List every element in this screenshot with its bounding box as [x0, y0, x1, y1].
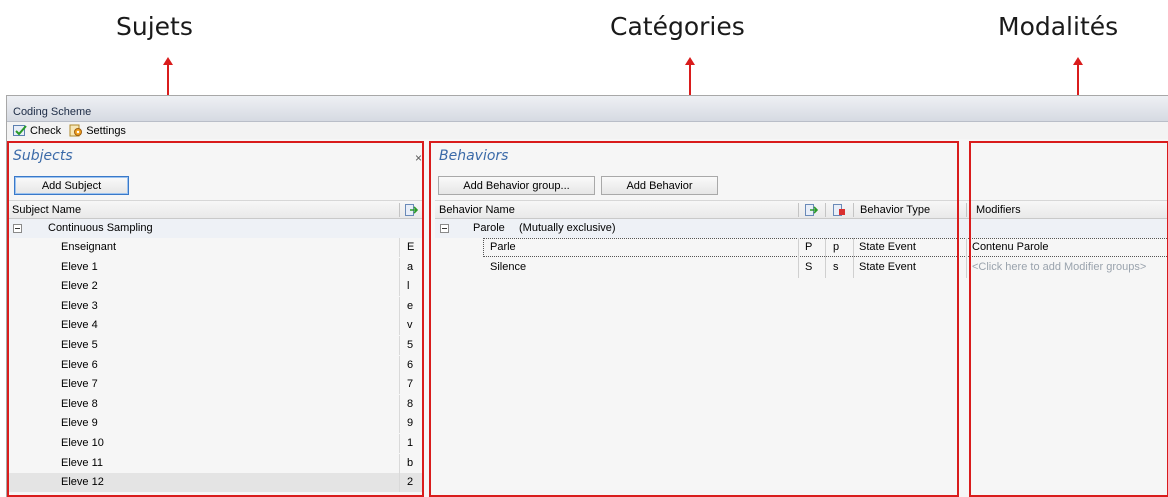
behavior-modifier[interactable]: Contenu Parole [972, 241, 1048, 253]
behavior-type[interactable]: State Event [859, 241, 916, 253]
subject-key[interactable]: v [407, 319, 413, 331]
collapse-icon[interactable] [13, 224, 22, 233]
behavior-type[interactable]: State Event [859, 261, 916, 273]
start-key-icon [405, 204, 418, 216]
subject-key[interactable]: 5 [407, 339, 413, 351]
stop-key-icon [833, 204, 845, 216]
settings-icon [69, 124, 83, 137]
subject-key[interactable]: 7 [407, 378, 413, 390]
subject-key[interactable]: 1 [407, 437, 413, 449]
behavior-stop-key[interactable]: s [833, 261, 839, 273]
subject-key[interactable]: 6 [407, 359, 413, 371]
behaviors-panel-title: Behaviors [439, 148, 509, 164]
behavior-type-column-header[interactable]: Behavior Type [856, 201, 930, 219]
subject-name[interactable]: Eleve 10 [61, 437, 104, 449]
subject-name[interactable]: Eleve 5 [61, 339, 98, 351]
subject-row[interactable]: Eleve 7 7 [8, 375, 423, 395]
subject-row[interactable]: Enseignant E [8, 238, 423, 257]
subject-name[interactable]: Eleve 3 [61, 300, 98, 312]
subject-key[interactable]: l [407, 280, 409, 292]
modifiers-column-header[interactable]: Modifiers [972, 201, 1021, 219]
subject-row[interactable]: Eleve 2 l [8, 277, 423, 297]
subject-row[interactable]: Eleve 1 a [8, 257, 423, 277]
annotation-categories: Catégories [610, 12, 745, 41]
subject-name[interactable]: Enseignant [61, 241, 116, 253]
check-label: Check [30, 124, 62, 137]
settings-label: Settings [86, 124, 126, 137]
subjects-header: Subject Name [8, 200, 423, 219]
subjects-panel-title: Subjects [13, 148, 73, 164]
coding-scheme-window: Coding Scheme Check Settings Subjects × … [6, 95, 1168, 497]
annotation-sujets: Sujets [116, 12, 193, 41]
subject-row[interactable]: Eleve 3 e [8, 296, 423, 316]
behavior-group-label: Parole [473, 222, 505, 234]
subject-name[interactable]: Eleve 12 [61, 476, 104, 488]
subject-name[interactable]: Eleve 4 [61, 319, 98, 331]
subject-key[interactable]: e [407, 300, 413, 312]
behavior-row-cells: Parle P p State Event Contenu Parole [435, 238, 1168, 257]
add-subject-button[interactable]: Add Subject [14, 176, 129, 195]
subject-row[interactable]: Eleve 4 v [8, 316, 423, 336]
behavior-name-column-header[interactable]: Behavior Name [435, 201, 515, 219]
subject-name[interactable]: Eleve 6 [61, 359, 98, 371]
check-button[interactable]: Check [13, 124, 61, 137]
behavior-group-note: (Mutually exclusive) [519, 222, 616, 234]
subject-row[interactable]: Eleve 8 8 [8, 394, 423, 414]
subject-key[interactable]: b [407, 457, 413, 469]
subject-name[interactable]: Eleve 1 [61, 261, 98, 273]
behavior-name[interactable]: Parle [490, 241, 516, 253]
subject-row[interactable]: Eleve 12 2 [8, 473, 423, 493]
subject-row[interactable]: Eleve 10 1 [8, 434, 423, 453]
subject-key[interactable]: E [407, 241, 414, 253]
behavior-row[interactable]: Silence S s State Event <Click here to a… [435, 258, 1168, 277]
subject-key[interactable]: 2 [407, 476, 413, 488]
behavior-stop-key[interactable]: p [833, 241, 839, 253]
window-title: Coding Scheme [7, 96, 1168, 122]
behavior-name[interactable]: Silence [490, 261, 526, 273]
collapse-icon[interactable] [440, 224, 449, 233]
behavior-start-key[interactable]: P [805, 241, 812, 253]
subject-name[interactable]: Eleve 2 [61, 280, 98, 292]
subject-name[interactable]: Eleve 9 [61, 417, 98, 429]
behaviors-header: Behavior Name Behavior Type Modifiers [435, 200, 1168, 219]
start-key-icon [805, 204, 818, 216]
check-icon [13, 125, 27, 136]
subject-group-label: Continuous Sampling [48, 222, 153, 234]
add-behavior-button[interactable]: Add Behavior [601, 176, 718, 195]
subject-key[interactable]: 8 [407, 398, 413, 410]
behavior-start-key[interactable]: S [805, 261, 812, 273]
behavior-group-row[interactable]: Parole (Mutually exclusive) [435, 219, 1168, 238]
subject-row[interactable]: Eleve 11 b [8, 453, 423, 473]
subject-name[interactable]: Eleve 7 [61, 378, 98, 390]
subject-key[interactable]: 9 [407, 417, 413, 429]
add-behavior-group-button[interactable]: Add Behavior group... [438, 176, 595, 195]
subject-name[interactable]: Eleve 11 [61, 457, 103, 469]
subject-row[interactable]: Eleve 6 6 [8, 355, 423, 375]
settings-button[interactable]: Settings [69, 124, 126, 137]
subject-key[interactable]: a [407, 261, 413, 273]
annotation-modalites: Modalités [998, 12, 1119, 41]
subjects-close-icon[interactable]: × [415, 151, 422, 165]
modifiers-highlight [969, 141, 1168, 497]
subject-name-column-header[interactable]: Subject Name [8, 201, 81, 219]
toolbar: Check Settings [7, 122, 1168, 139]
subject-name[interactable]: Eleve 8 [61, 398, 98, 410]
add-modifier-groups-placeholder[interactable]: <Click here to add Modifier groups> [972, 261, 1146, 273]
subject-row[interactable]: Eleve 9 9 [8, 414, 423, 434]
subject-row[interactable]: Eleve 5 5 [8, 336, 423, 355]
subject-group-row[interactable]: Continuous Sampling [8, 219, 423, 238]
